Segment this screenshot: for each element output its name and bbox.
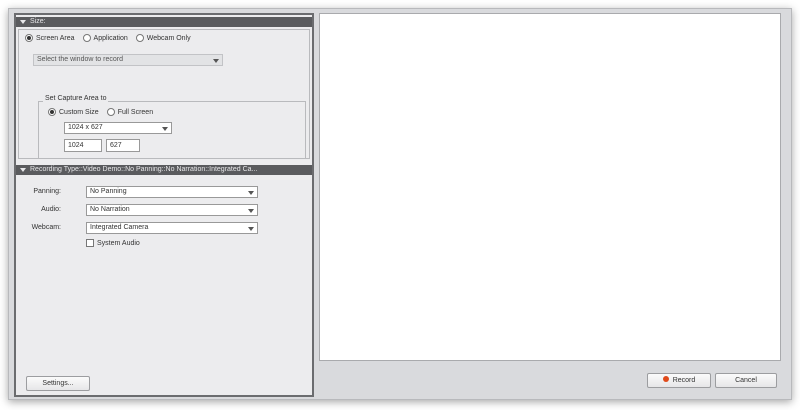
radio-screen-area[interactable] xyxy=(25,34,33,42)
radio-custom-size-label[interactable]: Custom Size xyxy=(59,109,99,116)
recording-section: Panning: No Panning Audio: No Narration … xyxy=(18,177,310,272)
dropdown-arrow-icon xyxy=(248,227,254,231)
dropdown-arrow-icon xyxy=(213,59,219,63)
radio-screen-area-label[interactable]: Screen Area xyxy=(36,35,75,42)
audio-value: No Narration xyxy=(90,206,130,213)
panning-select[interactable]: No Panning xyxy=(86,186,258,198)
dropdown-arrow-icon xyxy=(248,209,254,213)
size-section-header[interactable]: Size: xyxy=(16,17,312,27)
width-input[interactable]: 1024 xyxy=(64,139,102,152)
webcam-select[interactable]: Integrated Camera xyxy=(86,222,258,234)
radio-full-screen-label[interactable]: Full Screen xyxy=(118,109,153,116)
settings-panel: Size: Screen Area Application Webcam Onl… xyxy=(14,13,314,397)
capture-size-value: 1024 x 627 xyxy=(68,124,103,131)
window-select[interactable]: Select the window to record xyxy=(33,54,223,66)
radio-custom-size[interactable] xyxy=(48,108,56,116)
recording-type-header[interactable]: Recording Type::Video Demo::No Panning::… xyxy=(16,165,312,175)
capture-area-legend: Set Capture Area to xyxy=(43,95,109,102)
record-dot-icon xyxy=(662,376,669,383)
radio-webcam-only-label[interactable]: Webcam Only xyxy=(147,35,191,42)
height-input[interactable]: 627 xyxy=(106,139,140,152)
system-audio-checkbox[interactable] xyxy=(86,239,94,247)
source-radio-group: Screen Area Application Webcam Only xyxy=(25,34,199,42)
settings-button[interactable]: Settings... xyxy=(26,376,90,391)
webcam-value: Integrated Camera xyxy=(90,224,149,231)
record-button-label: Record xyxy=(672,377,696,384)
radio-application-label[interactable]: Application xyxy=(94,35,128,42)
capture-size-select[interactable]: 1024 x 627 xyxy=(64,122,172,134)
webcam-label: Webcam: xyxy=(31,224,61,231)
collapse-triangle-icon[interactable] xyxy=(20,20,26,24)
collapse-triangle-icon[interactable] xyxy=(20,168,26,172)
capture-preview-area xyxy=(319,13,781,361)
size-header-label: Size: xyxy=(30,18,46,25)
record-button[interactable]: Record xyxy=(647,373,711,388)
recording-header-label: Recording Type::Video Demo::No Panning::… xyxy=(30,166,258,173)
radio-full-screen[interactable] xyxy=(106,108,115,116)
window-select-value: Select the window to record xyxy=(37,56,123,63)
cancel-button[interactable]: Cancel xyxy=(715,373,777,388)
recording-dialog: Size: Screen Area Application Webcam Onl… xyxy=(8,8,792,400)
dropdown-arrow-icon xyxy=(162,127,168,131)
system-audio-label[interactable]: System Audio xyxy=(97,240,140,247)
capture-radio-group: Custom Size Full Screen xyxy=(48,108,161,116)
panning-value: No Panning xyxy=(90,188,127,195)
audio-select[interactable]: No Narration xyxy=(86,204,258,216)
radio-application[interactable] xyxy=(82,34,91,42)
dropdown-arrow-icon xyxy=(248,191,254,195)
radio-webcam-only[interactable] xyxy=(135,34,144,42)
system-audio-row: System Audio xyxy=(86,239,140,247)
panning-label: Panning: xyxy=(33,188,61,195)
audio-label: Audio: xyxy=(41,206,61,213)
